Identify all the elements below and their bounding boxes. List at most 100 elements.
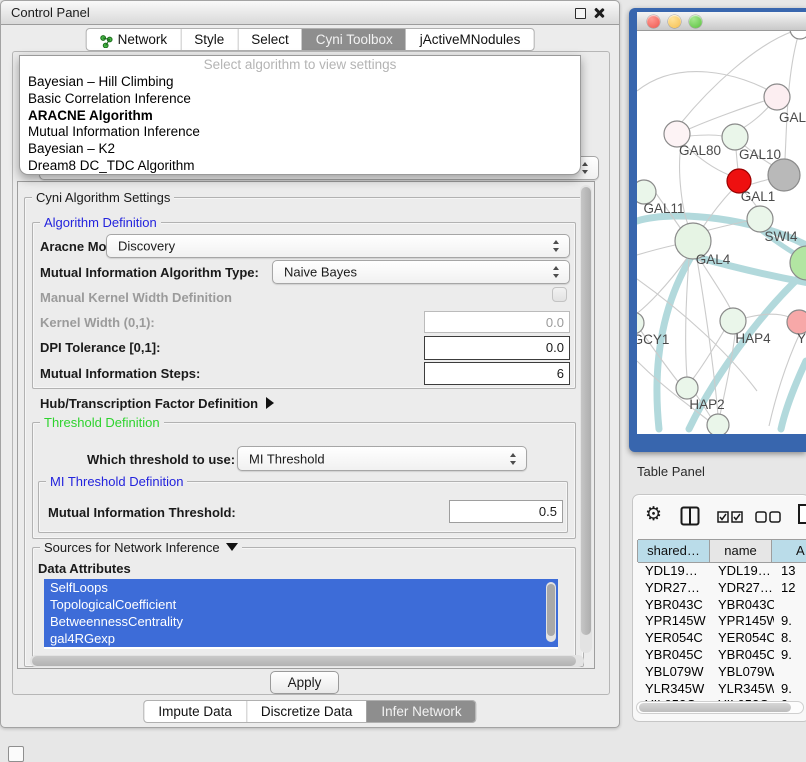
dpi-tolerance-field[interactable]: 0.0 [424,336,570,360]
which-threshold-select[interactable]: MI Threshold [237,446,527,471]
kernel-width-label: Kernel Width (0,1): [40,315,155,330]
table-cell: YBR045C [711,647,774,664]
table-row[interactable]: YBL079WYBL079W [638,664,806,681]
table-row[interactable]: YLR345WYLR345W9. [638,681,806,698]
network-node-gcy1[interactable] [637,312,644,334]
table-row[interactable]: YPR145WYPR145W9. [638,613,806,630]
table-row[interactable]: YER054CYER054C8. [638,630,806,647]
collapse-down-icon [226,543,238,551]
attribute-item-selfloops[interactable]: SelfLoops [44,579,558,596]
deselect-all-icon[interactable] [755,511,781,526]
network-node-hap2[interactable] [676,377,698,399]
algorithm-item-bayesian-hill-climbing[interactable]: Bayesian – Hill Climbing [20,74,580,91]
algorithm-item-bayesian-k2[interactable]: Bayesian – K2 [20,141,580,158]
cyni-settings-group-title: Cyni Algorithm Settings [32,190,174,205]
data-attributes-label: Data Attributes [38,561,131,576]
network-node[interactable] [790,31,806,39]
table-cell: 9. [774,613,806,630]
tab-style[interactable]: Style [180,29,237,50]
mi-algorithm-type-label: Mutual Information Algorithm Type: [40,265,259,280]
stepper-arrows-icon [582,162,589,174]
control-panel-titlebar[interactable]: Control Panel [1,1,619,25]
network-node[interactable] [768,159,800,191]
tab-label: Network [118,29,168,50]
table-cell [774,597,806,614]
attribute-item-gal4rgexp[interactable]: gal4RGexp [44,630,558,647]
table-horizontal-scrollbar[interactable] [636,701,804,714]
select-all-icon[interactable] [717,511,743,526]
mi-steps-label: Mutual Information Steps: [40,366,200,381]
data-attributes-list[interactable]: SelfLoopsTopologicalCoefficientBetweenne… [44,579,558,649]
stepper-arrows-icon [553,266,560,278]
tab-discretize-data[interactable]: Discretize Data [246,701,367,722]
tab-cyni-toolbox[interactable]: Cyni Toolbox [302,29,406,50]
table-cell [774,664,806,681]
mi-threshold-field[interactable]: 0.5 [449,500,563,523]
aracne-mode-select[interactable]: Discovery [106,234,570,258]
table-row[interactable]: YBR043CYBR043C [638,597,806,614]
table-panel-title: Table Panel [637,464,705,479]
which-threshold-value: MI Threshold [249,451,325,466]
settings-vertical-scrollbar[interactable] [580,185,592,653]
table-cell: 9. [774,681,806,698]
mi-threshold-definition-title: MI Threshold Definition [46,474,187,489]
algorithm-list: Bayesian – Hill ClimbingBasic Correlatio… [20,74,580,175]
table-cell: YDL19… [638,563,711,580]
apply-button[interactable]: Apply [270,671,339,694]
table-cell: YLR345W [638,681,711,698]
column-header-name[interactable]: name [709,540,772,562]
algorithm-dropdown-popup: Select algorithm to view settings Bayesi… [19,55,581,175]
sources-group-expander[interactable]: Sources for Network Inference [40,540,242,555]
gear-icon[interactable]: ⚙ [645,503,662,525]
network-node-gal[interactable] [764,84,790,110]
mi-algorithm-type-select[interactable]: Naive Bayes [272,260,570,284]
minimize-window-icon[interactable] [668,15,681,28]
table-row[interactable]: YDL19…YDL19…13 [638,563,806,580]
algorithm-item-mutual-information-inference[interactable]: Mutual Information Inference [20,124,580,141]
tab-infer-network[interactable]: Infer Network [366,701,475,722]
column-header-a[interactable]: A [771,540,806,562]
table-cell: YBL079W [711,664,774,681]
minimized-panel-icon[interactable] [8,746,24,762]
table-cell: 12 [774,580,806,597]
kernel-width-field[interactable]: 0.0 [424,311,570,333]
table-row[interactable]: YDR27…YDR27…12 [638,580,806,597]
column-header-shared-[interactable]: shared… [637,540,710,562]
network-node[interactable] [707,414,729,434]
table-row[interactable]: YBR045CYBR045C9. [638,647,806,664]
algorithm-item-aracne-algorithm[interactable]: ARACNE Algorithm [20,108,580,125]
table-header-row: shared…nameA [638,539,806,563]
settings-horizontal-scrollbar[interactable] [30,655,584,667]
table-cell: 9. [774,647,806,664]
algorithm-item-dream8-dc-tdc-algorithm[interactable]: Dream8 DC_TDC Algorithm [20,158,580,175]
attribute-item-betweennesscentrality[interactable]: BetweennessCentrality [44,613,558,630]
tab-select[interactable]: Select [237,29,302,50]
node-label-swi4: SWI4 [764,229,797,244]
table-cell: YBR043C [711,597,774,614]
tab-jactivemnodules[interactable]: jActiveMNodules [406,29,534,50]
tab-network[interactable]: Network [87,29,181,50]
tab-impute-data[interactable]: Impute Data [144,701,246,722]
table-body: YDL19…YDL19…13YDR27…YDR27…12YBR043CYBR04… [638,563,806,714]
new-column-icon[interactable] [797,503,806,528]
manual-kernel-width-checkbox[interactable] [552,287,567,302]
close-window-icon[interactable] [647,15,660,28]
table-cell: YBL079W [638,664,711,681]
attribute-item-topologicalcoefficient[interactable]: TopologicalCoefficient [44,596,558,613]
attributes-scrollbar[interactable] [546,582,556,642]
network-window-titlebar[interactable] [637,12,806,31]
threshold-definition-title: Threshold Definition [40,415,164,430]
algorithm-item-basic-correlation-inference[interactable]: Basic Correlation Inference [20,91,580,108]
float-window-icon[interactable] [575,8,586,19]
network-canvas[interactable]: GALGAL80GAL10GAL1GAL11SWI4GAL4GCY1HAP4YH… [637,31,806,434]
tab-label: Style [194,29,224,50]
network-view-window: GALGAL80GAL10GAL1GAL11SWI4GAL4GCY1HAP4YH… [629,8,806,452]
hub-definition-expander[interactable]: Hub/Transcription Factor Definition [40,396,274,411]
close-panel-icon[interactable] [593,7,605,19]
control-panel-window: Control Panel Network Style SelectCyni Too… [0,0,620,728]
node-label-hap2: HAP2 [689,397,724,412]
show-columns-icon[interactable] [680,506,700,529]
zoom-window-icon[interactable] [689,15,702,28]
mi-steps-field[interactable]: 6 [424,362,570,385]
table-cell: YPR145W [638,613,711,630]
